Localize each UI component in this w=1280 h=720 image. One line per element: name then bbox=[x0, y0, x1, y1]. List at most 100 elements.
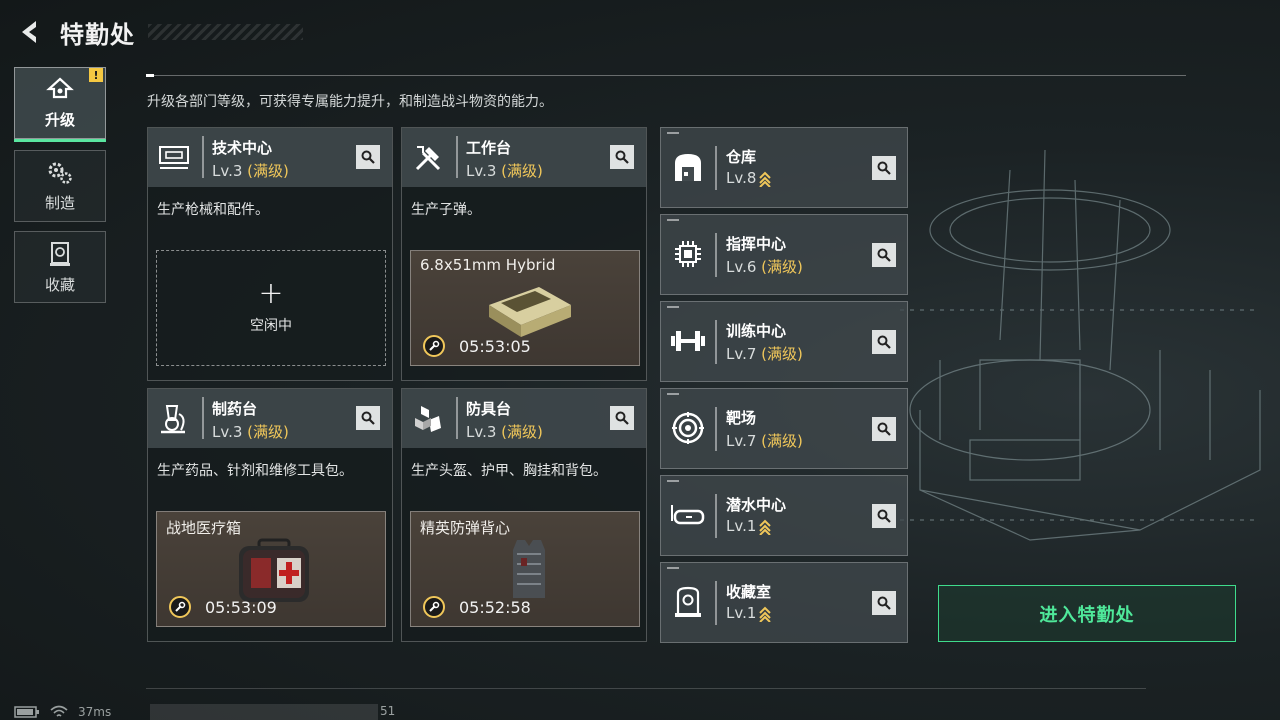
max-level-tag: (满级) bbox=[761, 345, 803, 363]
card-header: 技术中心 Lv.3 (满级) bbox=[148, 128, 392, 187]
search-button[interactable] bbox=[356, 406, 380, 430]
ping-value: 37ms bbox=[78, 705, 112, 719]
facility-level: Lv.3 (满级) bbox=[466, 423, 543, 441]
vest-icon bbox=[513, 540, 545, 598]
facility-name: 指挥中心 bbox=[726, 235, 787, 253]
facility-card-armor-bench[interactable]: 防具台 Lv.3 (满级) 生产头盔、护甲、胸挂和背包。 精英防弹背心 05:5… bbox=[401, 388, 647, 642]
facility-name: 收藏室 bbox=[726, 583, 772, 601]
facility-level: Lv.8 bbox=[726, 169, 772, 187]
diving-mask-icon bbox=[669, 496, 707, 534]
wrench-timer-icon bbox=[169, 596, 191, 618]
facility-training-center[interactable]: 训练中心 Lv.7 (满级) bbox=[660, 301, 908, 382]
production-timer: 05:53:09 bbox=[205, 598, 277, 617]
card-header: 工作台 Lv.3 (满级) bbox=[402, 128, 646, 187]
facility-card-workbench[interactable]: 工作台 Lv.3 (满级) 生产子弹。 6.8x51mm Hybrid 05:5… bbox=[401, 127, 647, 381]
facility-name: 制药台 bbox=[212, 400, 258, 418]
facility-name: 技术中心 bbox=[212, 139, 273, 157]
max-level-tag: (满级) bbox=[761, 432, 803, 450]
max-level-tag: (满级) bbox=[247, 162, 289, 180]
status-bar: 37ms bbox=[14, 704, 111, 720]
enter-special-ops-button[interactable]: 进入特勤处 bbox=[938, 585, 1236, 642]
wifi-icon bbox=[50, 705, 68, 717]
search-button[interactable] bbox=[610, 145, 634, 169]
search-icon bbox=[877, 422, 891, 436]
search-button[interactable] bbox=[872, 417, 896, 441]
facility-description: 生产枪械和配件。 bbox=[157, 202, 269, 218]
max-level-tag: (满级) bbox=[761, 258, 803, 276]
search-button[interactable] bbox=[872, 591, 896, 615]
search-button[interactable] bbox=[610, 406, 634, 430]
command-center-icon bbox=[669, 235, 707, 273]
idle-production-slot[interactable]: + 空闲中 bbox=[156, 250, 386, 366]
workbench-icon bbox=[410, 140, 446, 176]
battery-icon bbox=[14, 706, 39, 718]
wrench-timer-icon bbox=[423, 596, 445, 618]
facility-command-center[interactable]: 指挥中心 Lv.6 (满级) bbox=[660, 214, 908, 295]
upgrade-icon bbox=[46, 77, 74, 98]
page-description: 升级各部门等级，可获得专属能力提升，和制造战斗物资的能力。 bbox=[147, 94, 553, 110]
tab-upgrade[interactable]: ! 升级 bbox=[14, 67, 106, 142]
ammo-box-icon bbox=[489, 287, 571, 337]
facility-description: 生产头盔、护甲、胸挂和背包。 bbox=[411, 463, 607, 479]
upgrade-available-icon bbox=[759, 171, 772, 187]
facility-name: 训练中心 bbox=[726, 322, 787, 340]
production-item-name: 精英防弹背心 bbox=[420, 519, 511, 537]
facility-level: Lv.3 (满级) bbox=[212, 162, 289, 180]
search-icon bbox=[877, 596, 891, 610]
back-button[interactable] bbox=[14, 16, 46, 48]
card-header: 防具台 Lv.3 (满级) bbox=[402, 389, 646, 448]
search-button[interactable] bbox=[872, 156, 896, 180]
medkit-icon bbox=[239, 538, 309, 602]
production-slot[interactable]: 6.8x51mm Hybrid 05:53:05 bbox=[410, 250, 640, 366]
search-icon bbox=[877, 335, 891, 349]
tab-craft[interactable]: 制造 bbox=[14, 150, 106, 222]
upgrade-available-icon bbox=[759, 519, 772, 535]
facility-level: Lv.3 (满级) bbox=[466, 162, 543, 180]
facility-level: Lv.6 (满级) bbox=[726, 258, 803, 276]
upgrade-available-icon bbox=[759, 606, 772, 622]
facility-name: 靶场 bbox=[726, 409, 757, 427]
facility-name: 潜水中心 bbox=[726, 496, 787, 514]
tab-collection-label: 收藏 bbox=[44, 275, 75, 294]
production-timer: 05:53:05 bbox=[459, 337, 531, 356]
gears-icon bbox=[48, 162, 72, 184]
search-button[interactable] bbox=[872, 504, 896, 528]
facility-shooting-range[interactable]: 靶场 Lv.7 (满级) bbox=[660, 388, 908, 469]
facility-level: Lv.1 bbox=[726, 604, 772, 622]
search-icon bbox=[361, 150, 375, 164]
facility-trophy-room[interactable]: 收藏室 Lv.1 bbox=[660, 562, 908, 643]
back-arrow-icon bbox=[22, 21, 36, 43]
facility-card-tech-center[interactable]: 技术中心 Lv.3 (满级) 生产枪械和配件。 + 空闲中 bbox=[147, 127, 393, 381]
tab-collection[interactable]: 收藏 bbox=[14, 231, 106, 303]
production-slot[interactable]: 战地医疗箱 05:53:09 bbox=[156, 511, 386, 627]
title-decoration bbox=[148, 24, 303, 40]
wrench-timer-icon bbox=[423, 335, 445, 357]
warehouse-icon bbox=[669, 148, 707, 186]
search-button[interactable] bbox=[872, 243, 896, 267]
tab-craft-label: 制造 bbox=[44, 193, 75, 212]
facility-level: Lv.7 (满级) bbox=[726, 345, 803, 363]
search-button[interactable] bbox=[356, 145, 380, 169]
production-slot[interactable]: 精英防弹背心 05:52:58 bbox=[410, 511, 640, 627]
search-icon bbox=[361, 411, 375, 425]
facility-name: 仓库 bbox=[726, 148, 757, 166]
facility-diving-center[interactable]: 潜水中心 Lv.1 bbox=[660, 475, 908, 556]
facility-description: 生产子弹。 bbox=[411, 202, 481, 218]
search-button[interactable] bbox=[872, 330, 896, 354]
dumbbell-icon bbox=[669, 322, 707, 360]
facility-description: 生产药品、针剂和维修工具包。 bbox=[157, 463, 353, 479]
facility-card-pharmacy[interactable]: 制药台 Lv.3 (满级) 生产药品、针剂和维修工具包。 战地医疗箱 05:53… bbox=[147, 388, 393, 642]
facility-warehouse[interactable]: 仓库 Lv.8 bbox=[660, 127, 908, 208]
facility-level: Lv.1 bbox=[726, 517, 772, 535]
warning-badge: ! bbox=[89, 68, 103, 82]
background-facility-illustration bbox=[900, 149, 1261, 541]
bottom-rule bbox=[146, 688, 1146, 689]
tab-upgrade-label: 升级 bbox=[44, 110, 75, 129]
target-icon bbox=[669, 409, 707, 447]
production-timer: 05:52:58 bbox=[459, 598, 531, 617]
trophy-room-icon bbox=[669, 583, 707, 621]
tech-center-icon bbox=[156, 140, 192, 176]
add-icon: + bbox=[258, 276, 284, 311]
facility-name: 工作台 bbox=[466, 139, 512, 157]
max-level-tag: (满级) bbox=[247, 423, 289, 441]
